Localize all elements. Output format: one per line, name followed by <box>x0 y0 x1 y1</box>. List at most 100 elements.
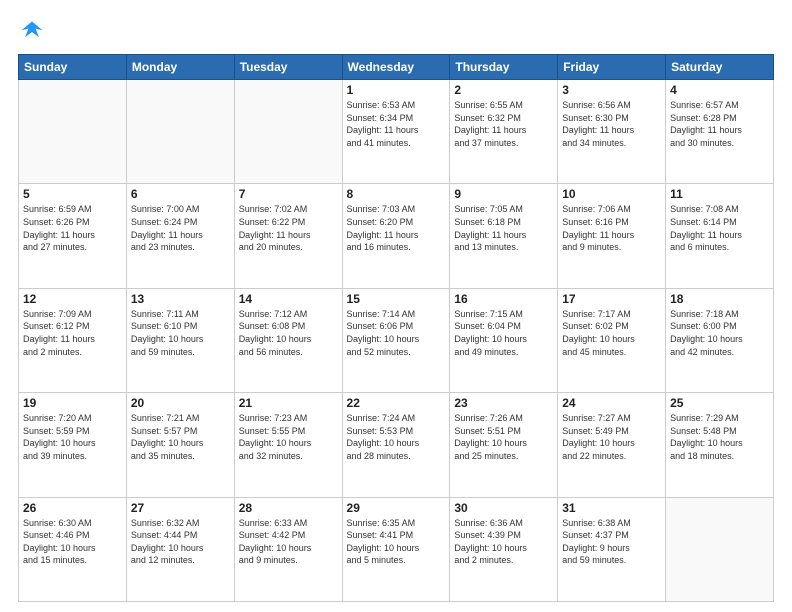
calendar-cell: 9 Sunrise: 7:05 AM Sunset: 6:18 PM Daylig… <box>450 184 558 288</box>
cell-info: Sunrise: 7:17 AM Sunset: 6:02 PM Dayligh… <box>562 308 661 358</box>
cell-info: Sunrise: 7:23 AM Sunset: 5:55 PM Dayligh… <box>239 412 338 462</box>
calendar-cell: 30 Sunrise: 6:36 AM Sunset: 4:39 PM Dayli… <box>450 497 558 601</box>
cell-info: Sunrise: 6:55 AM Sunset: 6:32 PM Dayligh… <box>454 99 553 149</box>
day-number: 9 <box>454 187 553 201</box>
day-number: 19 <box>23 396 122 410</box>
day-number: 11 <box>670 187 769 201</box>
cell-info: Sunrise: 7:03 AM Sunset: 6:20 PM Dayligh… <box>347 203 446 253</box>
day-number: 22 <box>347 396 446 410</box>
calendar-week-row: 26Sunrise: 6:30 AM Sunset: 4:46 PM Dayli… <box>19 497 774 601</box>
calendar-cell: 10Sunrise: 7:06 AM Sunset: 6:16 PM Dayli… <box>558 184 666 288</box>
day-number: 23 <box>454 396 553 410</box>
day-number: 7 <box>239 187 338 201</box>
calendar-cell: 28 Sunrise: 6:33 AM Sunset: 4:42 PM Dayli… <box>234 497 342 601</box>
cell-info: Sunrise: 7:12 AM Sunset: 6:08 PM Dayligh… <box>239 308 338 358</box>
calendar-cell: 25 Sunrise: 7:29 AM Sunset: 5:48 PM Dayli… <box>666 393 774 497</box>
cell-info: Sunrise: 7:00 AM Sunset: 6:24 PM Dayligh… <box>131 203 230 253</box>
cell-info: Sunrise: 6:32 AM Sunset: 4:44 PM Dayligh… <box>131 517 230 567</box>
calendar-header-row: SundayMondayTuesdayWednesdayThursdayFrid… <box>19 55 774 80</box>
cell-info: Sunrise: 6:59 AM Sunset: 6:26 PM Dayligh… <box>23 203 122 253</box>
calendar-cell: 7 Sunrise: 7:02 AM Sunset: 6:22 PM Daylig… <box>234 184 342 288</box>
day-number: 17 <box>562 292 661 306</box>
day-number: 18 <box>670 292 769 306</box>
calendar-cell <box>19 80 127 184</box>
calendar-week-row: 12 Sunrise: 7:09 AM Sunset: 6:12 PM Dayli… <box>19 288 774 392</box>
day-of-week-header: Monday <box>126 55 234 80</box>
day-of-week-header: Friday <box>558 55 666 80</box>
day-number: 30 <box>454 501 553 515</box>
cell-info: Sunrise: 7:29 AM Sunset: 5:48 PM Dayligh… <box>670 412 769 462</box>
day-number: 2 <box>454 83 553 97</box>
cell-info: Sunrise: 7:09 AM Sunset: 6:12 PM Dayligh… <box>23 308 122 358</box>
day-number: 6 <box>131 187 230 201</box>
day-number: 5 <box>23 187 122 201</box>
day-of-week-header: Saturday <box>666 55 774 80</box>
cell-info: Sunrise: 7:27 AM Sunset: 5:49 PM Dayligh… <box>562 412 661 462</box>
calendar-cell: 27 Sunrise: 6:32 AM Sunset: 4:44 PM Dayli… <box>126 497 234 601</box>
day-number: 1 <box>347 83 446 97</box>
calendar-cell: 5 Sunrise: 6:59 AM Sunset: 6:26 PM Daylig… <box>19 184 127 288</box>
calendar-cell: 31 Sunrise: 6:38 AM Sunset: 4:37 PM Dayli… <box>558 497 666 601</box>
cell-info: Sunrise: 7:24 AM Sunset: 5:53 PM Dayligh… <box>347 412 446 462</box>
calendar-cell <box>234 80 342 184</box>
cell-info: Sunrise: 6:53 AM Sunset: 6:34 PM Dayligh… <box>347 99 446 149</box>
calendar-cell: 12 Sunrise: 7:09 AM Sunset: 6:12 PM Dayli… <box>19 288 127 392</box>
calendar-week-row: 1 Sunrise: 6:53 AM Sunset: 6:34 PM Daylig… <box>19 80 774 184</box>
cell-info: Sunrise: 7:08 AM Sunset: 6:14 PM Dayligh… <box>670 203 769 253</box>
calendar-cell: 4 Sunrise: 6:57 AM Sunset: 6:28 PM Daylig… <box>666 80 774 184</box>
calendar-cell: 1 Sunrise: 6:53 AM Sunset: 6:34 PM Daylig… <box>342 80 450 184</box>
calendar-cell: 11 Sunrise: 7:08 AM Sunset: 6:14 PM Dayli… <box>666 184 774 288</box>
calendar-cell: 15 Sunrise: 7:14 AM Sunset: 6:06 PM Dayli… <box>342 288 450 392</box>
day-number: 25 <box>670 396 769 410</box>
day-number: 15 <box>347 292 446 306</box>
cell-info: Sunrise: 7:18 AM Sunset: 6:00 PM Dayligh… <box>670 308 769 358</box>
calendar-cell: 29 Sunrise: 6:35 AM Sunset: 4:41 PM Dayli… <box>342 497 450 601</box>
calendar-cell: 24 Sunrise: 7:27 AM Sunset: 5:49 PM Dayli… <box>558 393 666 497</box>
calendar-cell: 6 Sunrise: 7:00 AM Sunset: 6:24 PM Daylig… <box>126 184 234 288</box>
cell-info: Sunrise: 7:06 AM Sunset: 6:16 PM Dayligh… <box>562 203 661 253</box>
day-number: 31 <box>562 501 661 515</box>
header <box>18 18 774 46</box>
cell-info: Sunrise: 7:14 AM Sunset: 6:06 PM Dayligh… <box>347 308 446 358</box>
calendar-cell <box>666 497 774 601</box>
cell-info: Sunrise: 7:02 AM Sunset: 6:22 PM Dayligh… <box>239 203 338 253</box>
calendar-cell: 22 Sunrise: 7:24 AM Sunset: 5:53 PM Dayli… <box>342 393 450 497</box>
cell-info: Sunrise: 6:35 AM Sunset: 4:41 PM Dayligh… <box>347 517 446 567</box>
logo-icon <box>18 18 46 46</box>
day-number: 27 <box>131 501 230 515</box>
logo <box>18 18 50 46</box>
day-number: 29 <box>347 501 446 515</box>
day-number: 8 <box>347 187 446 201</box>
calendar-cell <box>126 80 234 184</box>
calendar-cell: 16Sunrise: 7:15 AM Sunset: 6:04 PM Dayli… <box>450 288 558 392</box>
calendar-cell: 23 Sunrise: 7:26 AM Sunset: 5:51 PM Dayli… <box>450 393 558 497</box>
calendar-cell: 17 Sunrise: 7:17 AM Sunset: 6:02 PM Dayli… <box>558 288 666 392</box>
day-number: 24 <box>562 396 661 410</box>
day-number: 12 <box>23 292 122 306</box>
day-of-week-header: Sunday <box>19 55 127 80</box>
calendar-cell: 18 Sunrise: 7:18 AM Sunset: 6:00 PM Dayli… <box>666 288 774 392</box>
cell-info: Sunrise: 7:15 AM Sunset: 6:04 PM Dayligh… <box>454 308 553 358</box>
cell-info: Sunrise: 6:38 AM Sunset: 4:37 PM Dayligh… <box>562 517 661 567</box>
day-number: 26 <box>23 501 122 515</box>
day-of-week-header: Thursday <box>450 55 558 80</box>
cell-info: Sunrise: 6:57 AM Sunset: 6:28 PM Dayligh… <box>670 99 769 149</box>
day-number: 13 <box>131 292 230 306</box>
day-number: 28 <box>239 501 338 515</box>
day-number: 3 <box>562 83 661 97</box>
calendar-cell: 14 Sunrise: 7:12 AM Sunset: 6:08 PM Dayli… <box>234 288 342 392</box>
day-number: 14 <box>239 292 338 306</box>
cell-info: Sunrise: 7:05 AM Sunset: 6:18 PM Dayligh… <box>454 203 553 253</box>
day-number: 4 <box>670 83 769 97</box>
calendar-cell: 19Sunrise: 7:20 AM Sunset: 5:59 PM Dayli… <box>19 393 127 497</box>
calendar-cell: 3Sunrise: 6:56 AM Sunset: 6:30 PM Daylig… <box>558 80 666 184</box>
day-of-week-header: Wednesday <box>342 55 450 80</box>
calendar-cell: 2 Sunrise: 6:55 AM Sunset: 6:32 PM Daylig… <box>450 80 558 184</box>
calendar-cell: 13 Sunrise: 7:11 AM Sunset: 6:10 PM Dayli… <box>126 288 234 392</box>
cell-info: Sunrise: 7:11 AM Sunset: 6:10 PM Dayligh… <box>131 308 230 358</box>
calendar-cell: 26Sunrise: 6:30 AM Sunset: 4:46 PM Dayli… <box>19 497 127 601</box>
cell-info: Sunrise: 6:36 AM Sunset: 4:39 PM Dayligh… <box>454 517 553 567</box>
cell-info: Sunrise: 7:26 AM Sunset: 5:51 PM Dayligh… <box>454 412 553 462</box>
day-number: 20 <box>131 396 230 410</box>
cell-info: Sunrise: 6:33 AM Sunset: 4:42 PM Dayligh… <box>239 517 338 567</box>
